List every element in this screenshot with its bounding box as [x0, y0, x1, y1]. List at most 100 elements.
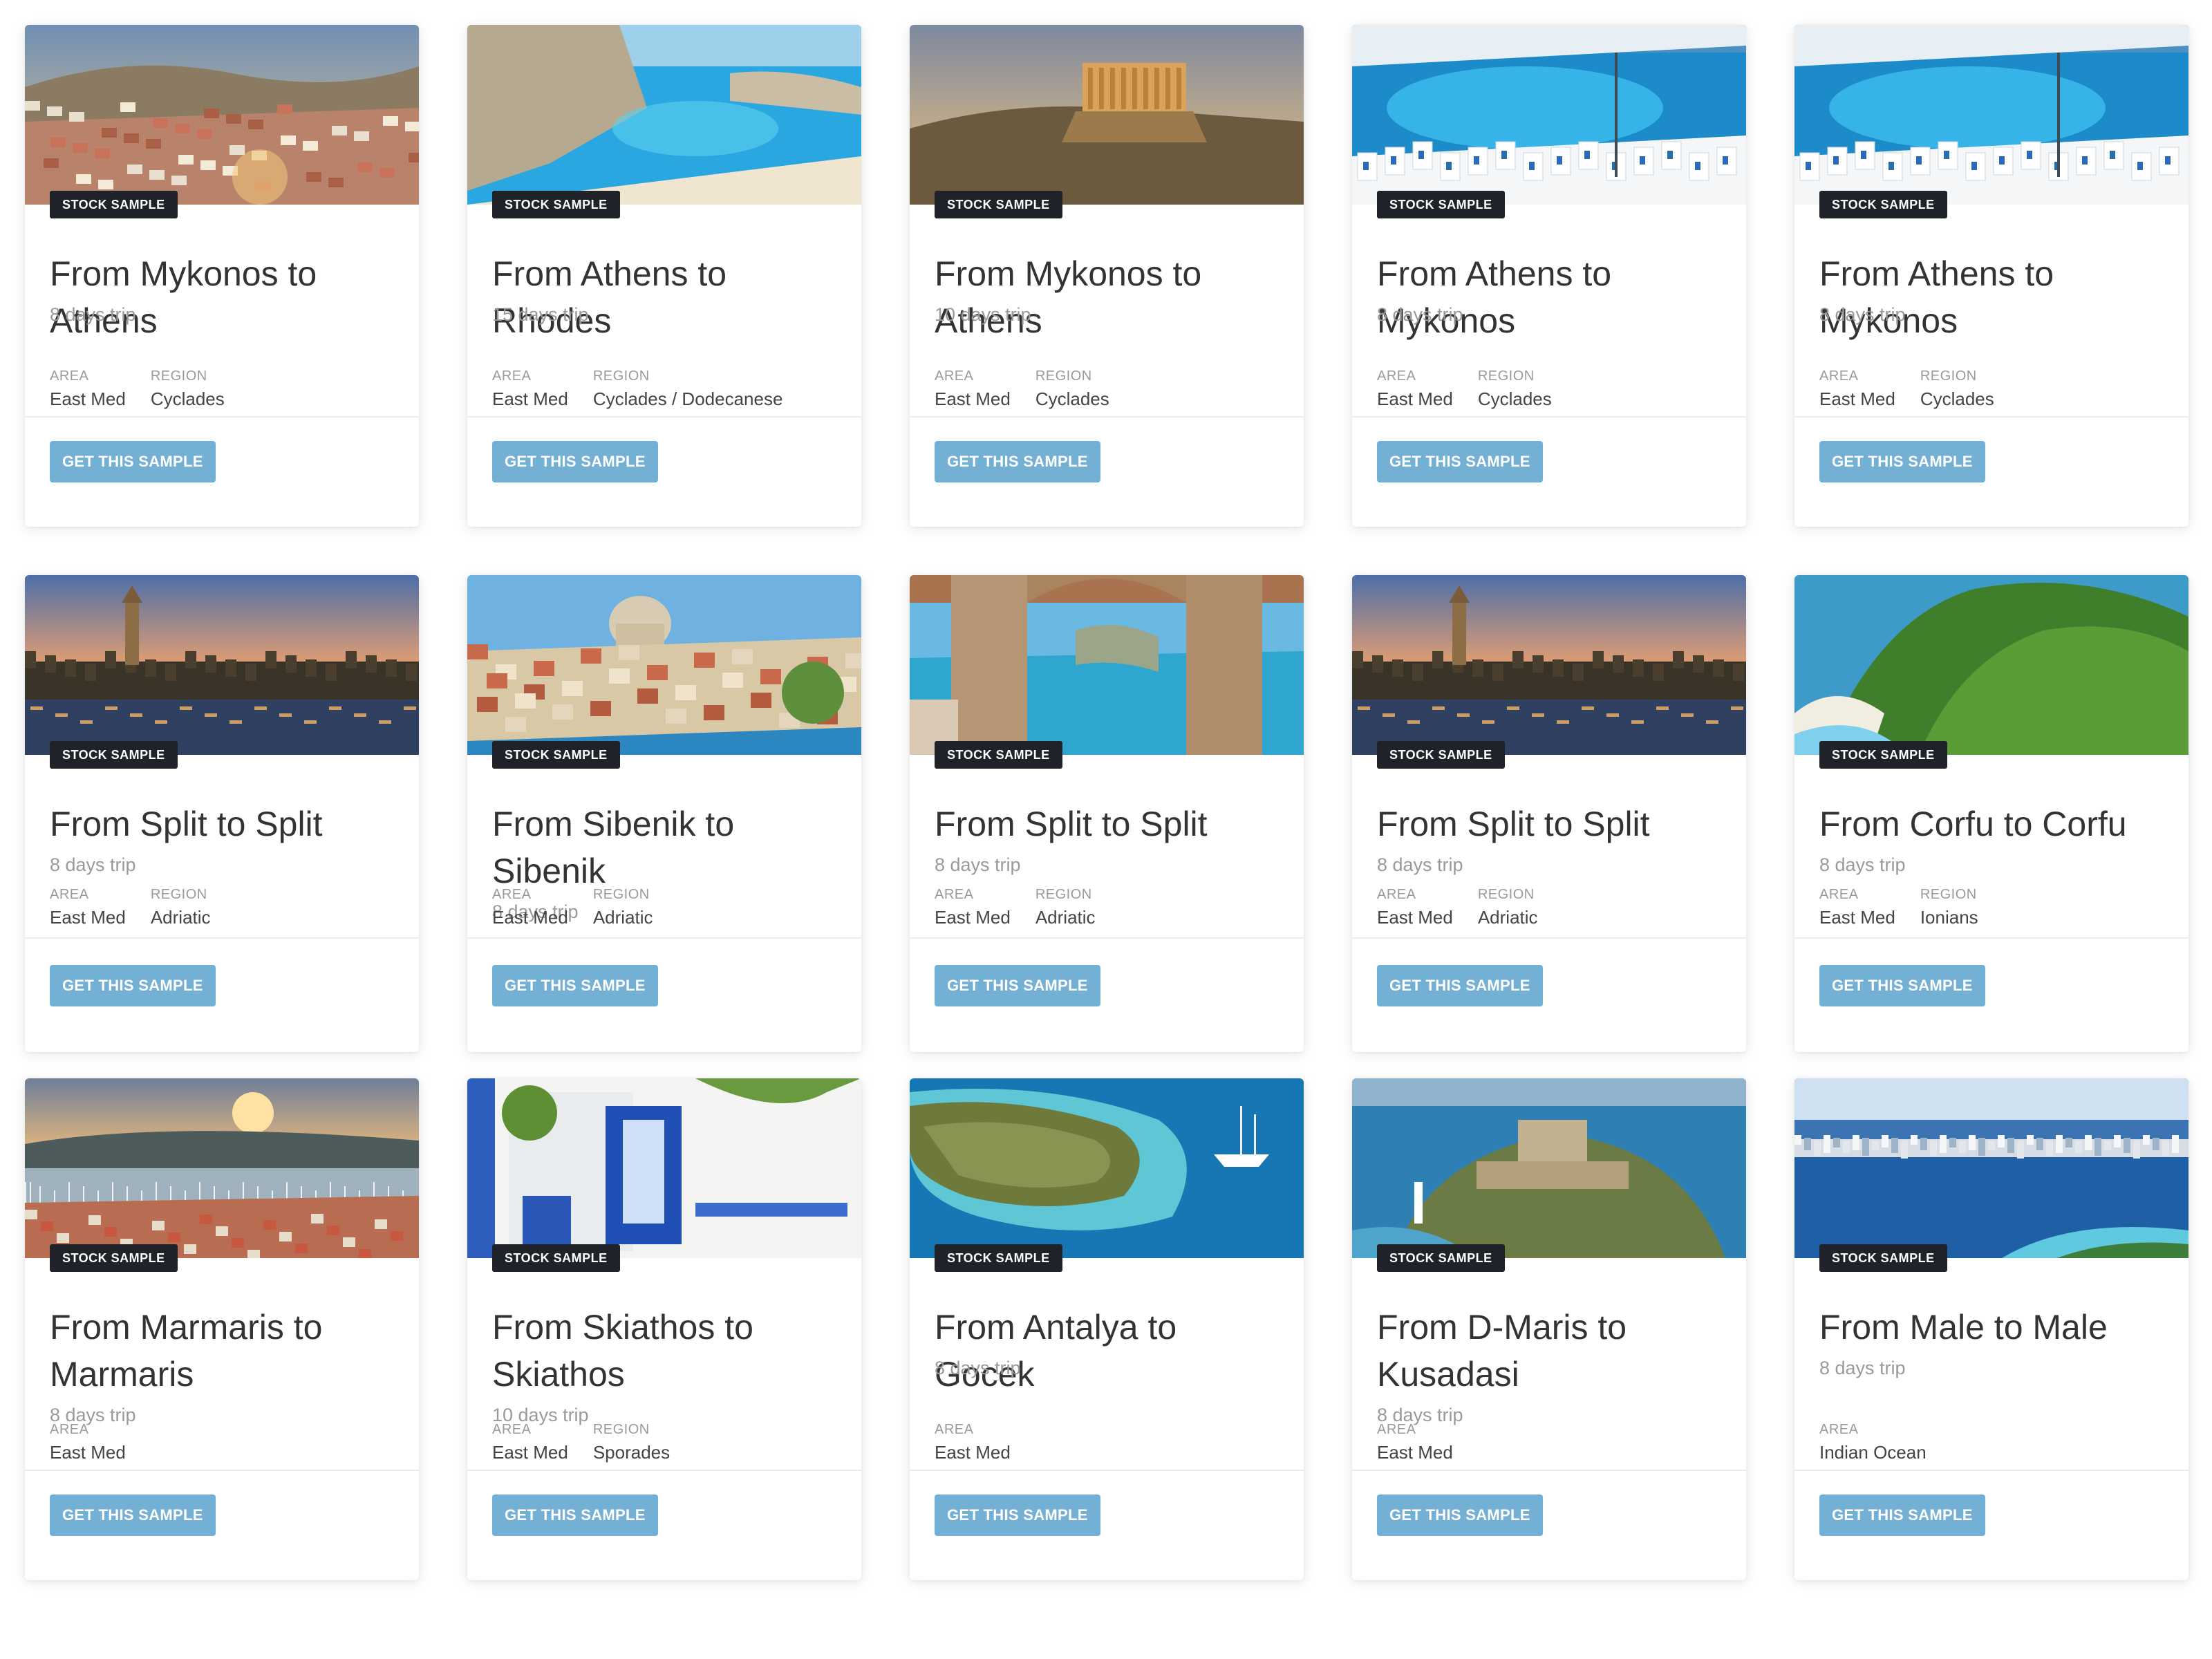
area-label: AREA	[50, 887, 89, 902]
trip-card: STOCK SAMPLE From Athens to Mykonos 8 da…	[1352, 25, 1746, 527]
trip-photo	[910, 25, 1304, 205]
trip-title[interactable]: From Athens to Rhodes	[492, 250, 842, 344]
stock-sample-badge: STOCK SAMPLE	[50, 1244, 178, 1272]
trip-title[interactable]: From Male to Male	[1819, 1304, 2169, 1351]
trip-photo	[1794, 1078, 2188, 1258]
area-label: AREA	[492, 1422, 532, 1437]
trip-card: STOCK SAMPLE From Male to Male 8 days tr…	[1794, 1078, 2188, 1580]
trip-card: STOCK SAMPLE From Split to Split 8 days …	[25, 575, 419, 1052]
get-this-sample-button[interactable]: GET THIS SAMPLE	[50, 441, 216, 482]
card-divider	[25, 937, 419, 939]
region-field: REGION Cyclades	[1035, 366, 1109, 412]
trip-card: STOCK SAMPLE From Athens to Mykonos 8 da…	[1794, 25, 2188, 527]
card-divider	[1352, 937, 1746, 939]
trip-photo	[1794, 25, 2188, 205]
trip-card: STOCK SAMPLE From D-Maris to Kusadasi 8 …	[1352, 1078, 1746, 1580]
trip-card: STOCK SAMPLE From Skiathos to Skiathos 1…	[467, 1078, 861, 1580]
card-divider	[467, 1470, 861, 1471]
area-label: AREA	[1819, 1422, 1859, 1437]
get-this-sample-button[interactable]: GET THIS SAMPLE	[935, 441, 1100, 482]
get-this-sample-button[interactable]: GET THIS SAMPLE	[1819, 965, 1985, 1006]
region-value: Adriatic	[150, 907, 211, 928]
trip-title[interactable]: From Marmaris to Marmaris	[50, 1304, 400, 1398]
get-this-sample-button[interactable]: GET THIS SAMPLE	[492, 1494, 658, 1536]
area-field: AREA East Med	[492, 885, 568, 930]
area-label: AREA	[1819, 887, 1859, 902]
trip-title[interactable]: From Split to Split	[1377, 800, 1727, 847]
region-field: REGION Cyclades	[1478, 366, 1552, 412]
trip-title[interactable]: From Athens to Mykonos	[1377, 250, 1727, 344]
get-this-sample-button[interactable]: GET THIS SAMPLE	[50, 965, 216, 1006]
get-this-sample-button[interactable]: GET THIS SAMPLE	[1819, 1494, 1985, 1536]
trip-card: STOCK SAMPLE From Split to Split 8 days …	[910, 575, 1304, 1052]
trip-title[interactable]: From Antalya to Gocek	[935, 1304, 1284, 1398]
stock-sample-badge: STOCK SAMPLE	[50, 741, 178, 769]
area-field: AREA East Med	[1819, 366, 1895, 412]
stock-sample-badge: STOCK SAMPLE	[1819, 191, 1947, 218]
sample-trip-grid: STOCK SAMPLE From Mykonos to Athens 8 da…	[0, 0, 2212, 1659]
area-value: Indian Ocean	[1819, 1442, 1927, 1463]
area-value: East Med	[935, 388, 1011, 409]
trip-title[interactable]: From Athens to Mykonos	[1819, 250, 2169, 344]
area-label: AREA	[50, 368, 89, 384]
area-field: AREA East Med	[1819, 885, 1895, 930]
trip-title[interactable]: From Split to Split	[935, 800, 1284, 847]
area-label: AREA	[935, 368, 974, 384]
trip-title[interactable]: From Mykonos to Athens	[50, 250, 400, 344]
area-value: East Med	[50, 907, 126, 928]
trip-meta: AREA East Med REGION Adriatic	[935, 885, 1290, 930]
area-field: AREA East Med	[492, 366, 568, 412]
trip-title[interactable]: From D-Maris to Kusadasi	[1377, 1304, 1727, 1398]
region-field: REGION Adriatic	[151, 885, 211, 930]
stock-sample-badge: STOCK SAMPLE	[1819, 741, 1947, 769]
region-label: REGION	[592, 1422, 650, 1437]
card-divider	[1794, 937, 2188, 939]
trip-photo	[467, 25, 861, 205]
get-this-sample-button[interactable]: GET THIS SAMPLE	[50, 1494, 216, 1536]
trip-photo	[910, 575, 1304, 755]
area-value: East Med	[1377, 388, 1453, 409]
get-this-sample-button[interactable]: GET THIS SAMPLE	[1377, 965, 1543, 1006]
area-label: AREA	[1377, 1422, 1416, 1437]
trip-photo	[467, 1078, 861, 1258]
trip-meta: AREA East Med REGION Cyclades	[935, 366, 1290, 412]
region-field: REGION Adriatic	[593, 885, 653, 930]
stock-sample-badge: STOCK SAMPLE	[492, 191, 620, 218]
trip-title[interactable]: From Corfu to Corfu	[1819, 800, 2169, 847]
stock-sample-badge: STOCK SAMPLE	[1819, 1244, 1947, 1272]
trip-duration: 8 days trip	[50, 854, 136, 875]
area-label: AREA	[1819, 368, 1859, 384]
get-this-sample-button[interactable]: GET THIS SAMPLE	[492, 965, 658, 1006]
trip-duration: 8 days trip	[1819, 1358, 1906, 1378]
trip-card: STOCK SAMPLE From Mykonos to Athens 10 d…	[910, 25, 1304, 527]
get-this-sample-button[interactable]: GET THIS SAMPLE	[935, 1494, 1100, 1536]
get-this-sample-button[interactable]: GET THIS SAMPLE	[935, 965, 1100, 1006]
trip-title[interactable]: From Split to Split	[50, 800, 400, 847]
trip-title[interactable]: From Skiathos to Skiathos	[492, 1304, 842, 1398]
trip-title[interactable]: From Sibenik to Sibenik	[492, 800, 842, 894]
card-divider	[910, 937, 1304, 939]
trip-duration: 8 days trip	[935, 1358, 1021, 1378]
trip-card: STOCK SAMPLE From Marmaris to Marmaris 8…	[25, 1078, 419, 1580]
region-field: REGION Cyclades / Dodecanese	[593, 366, 783, 412]
region-label: REGION	[592, 887, 650, 902]
get-this-sample-button[interactable]: GET THIS SAMPLE	[1819, 441, 1985, 482]
get-this-sample-button[interactable]: GET THIS SAMPLE	[1377, 1494, 1543, 1536]
region-value: Adriatic	[1477, 907, 1538, 928]
region-label: REGION	[1035, 887, 1092, 902]
get-this-sample-button[interactable]: GET THIS SAMPLE	[492, 441, 658, 482]
area-value: East Med	[50, 388, 126, 409]
trip-meta: AREA East Med	[50, 1420, 405, 1465]
trip-title[interactable]: From Mykonos to Athens	[935, 250, 1284, 344]
area-label: AREA	[935, 1422, 974, 1437]
trip-photo	[25, 575, 419, 755]
get-this-sample-button[interactable]: GET THIS SAMPLE	[1377, 441, 1543, 482]
trip-photo	[910, 1078, 1304, 1258]
trip-photo	[1794, 575, 2188, 755]
area-value: East Med	[1819, 907, 1895, 928]
trip-duration: 8 days trip	[1377, 304, 1463, 325]
trip-card: STOCK SAMPLE From Athens to Rhodes 15 da…	[467, 25, 861, 527]
area-field: AREA East Med	[935, 1420, 1011, 1465]
trip-meta: AREA East Med	[1377, 1420, 1732, 1465]
card-divider	[1794, 1470, 2188, 1471]
